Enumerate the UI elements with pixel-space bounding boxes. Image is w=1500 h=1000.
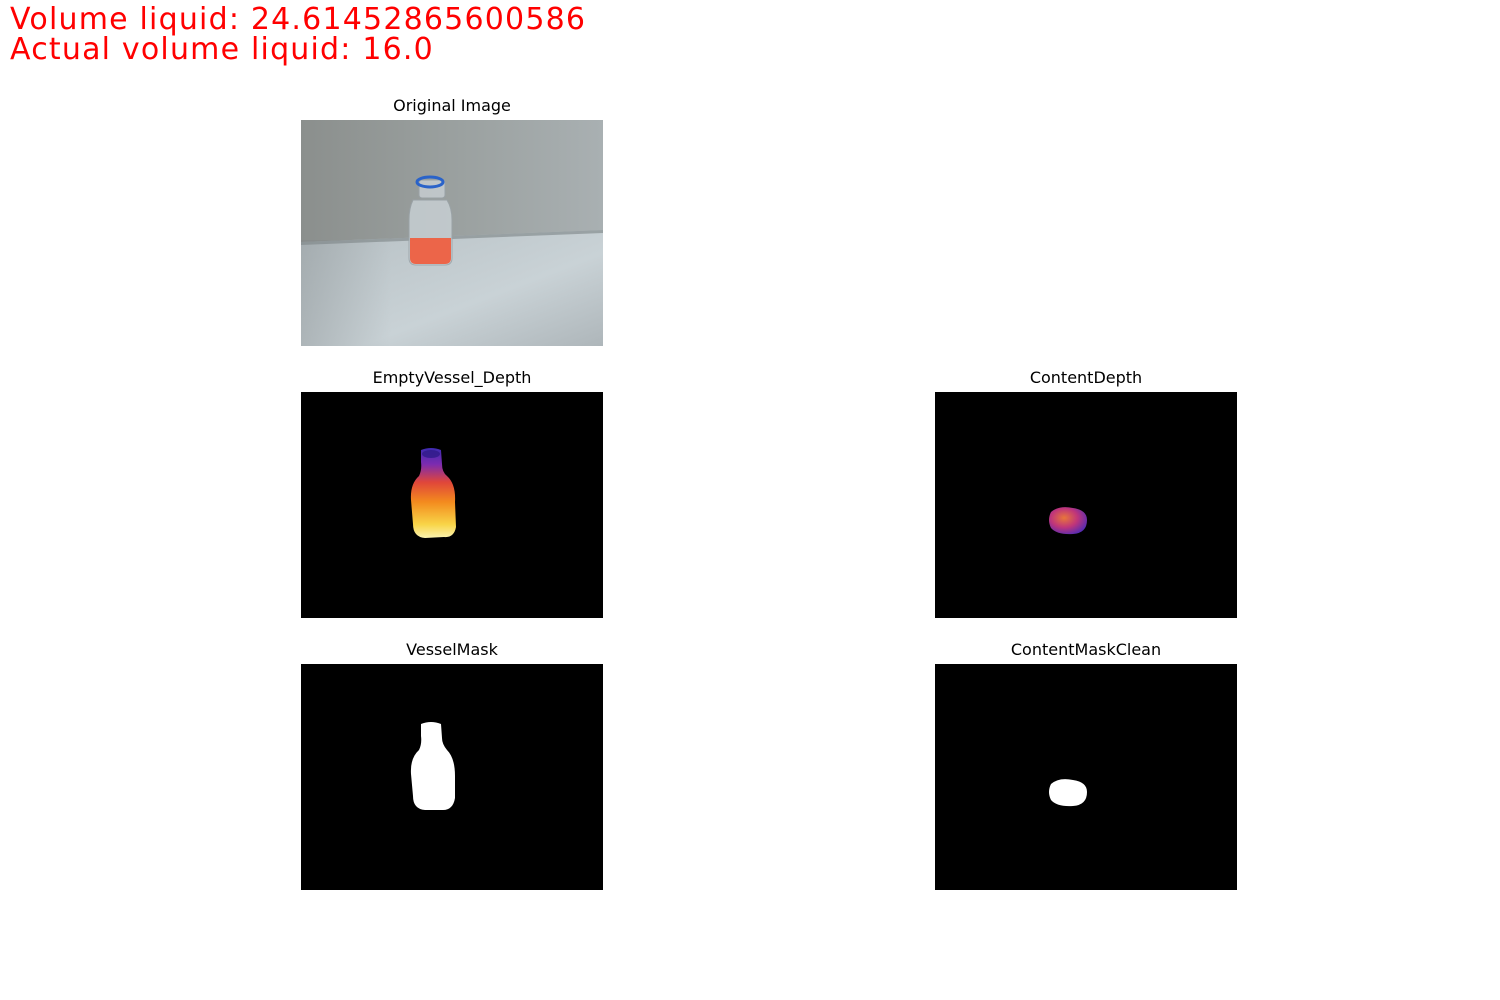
actual-volume-liquid-text: Actual volume liquid: 16.0 — [10, 32, 434, 67]
empty-vessel-depth-panel — [301, 392, 603, 618]
content-depth-title: ContentDepth — [1029, 368, 1143, 387]
vessel-mask-title: VesselMask — [406, 640, 498, 659]
vessel-mask-panel — [301, 664, 603, 890]
empty-vessel-depth-title: EmptyVessel_Depth — [372, 368, 532, 387]
content-mask-clean-image — [935, 664, 1237, 890]
empty-vessel-depth-image — [301, 392, 603, 618]
original-image-title: Original Image — [393, 96, 511, 115]
vessel-mask-image — [301, 664, 603, 890]
original-image-photo — [301, 120, 603, 346]
original-image-panel — [301, 120, 603, 346]
content-mask-clean-panel — [935, 664, 1237, 890]
content-depth-panel — [935, 392, 1237, 618]
volume-liquid-text: Volume liquid: 24.61452865600586 — [10, 2, 587, 37]
content-mask-clean-title: ContentMaskClean — [1010, 640, 1162, 659]
content-depth-image — [935, 392, 1237, 618]
